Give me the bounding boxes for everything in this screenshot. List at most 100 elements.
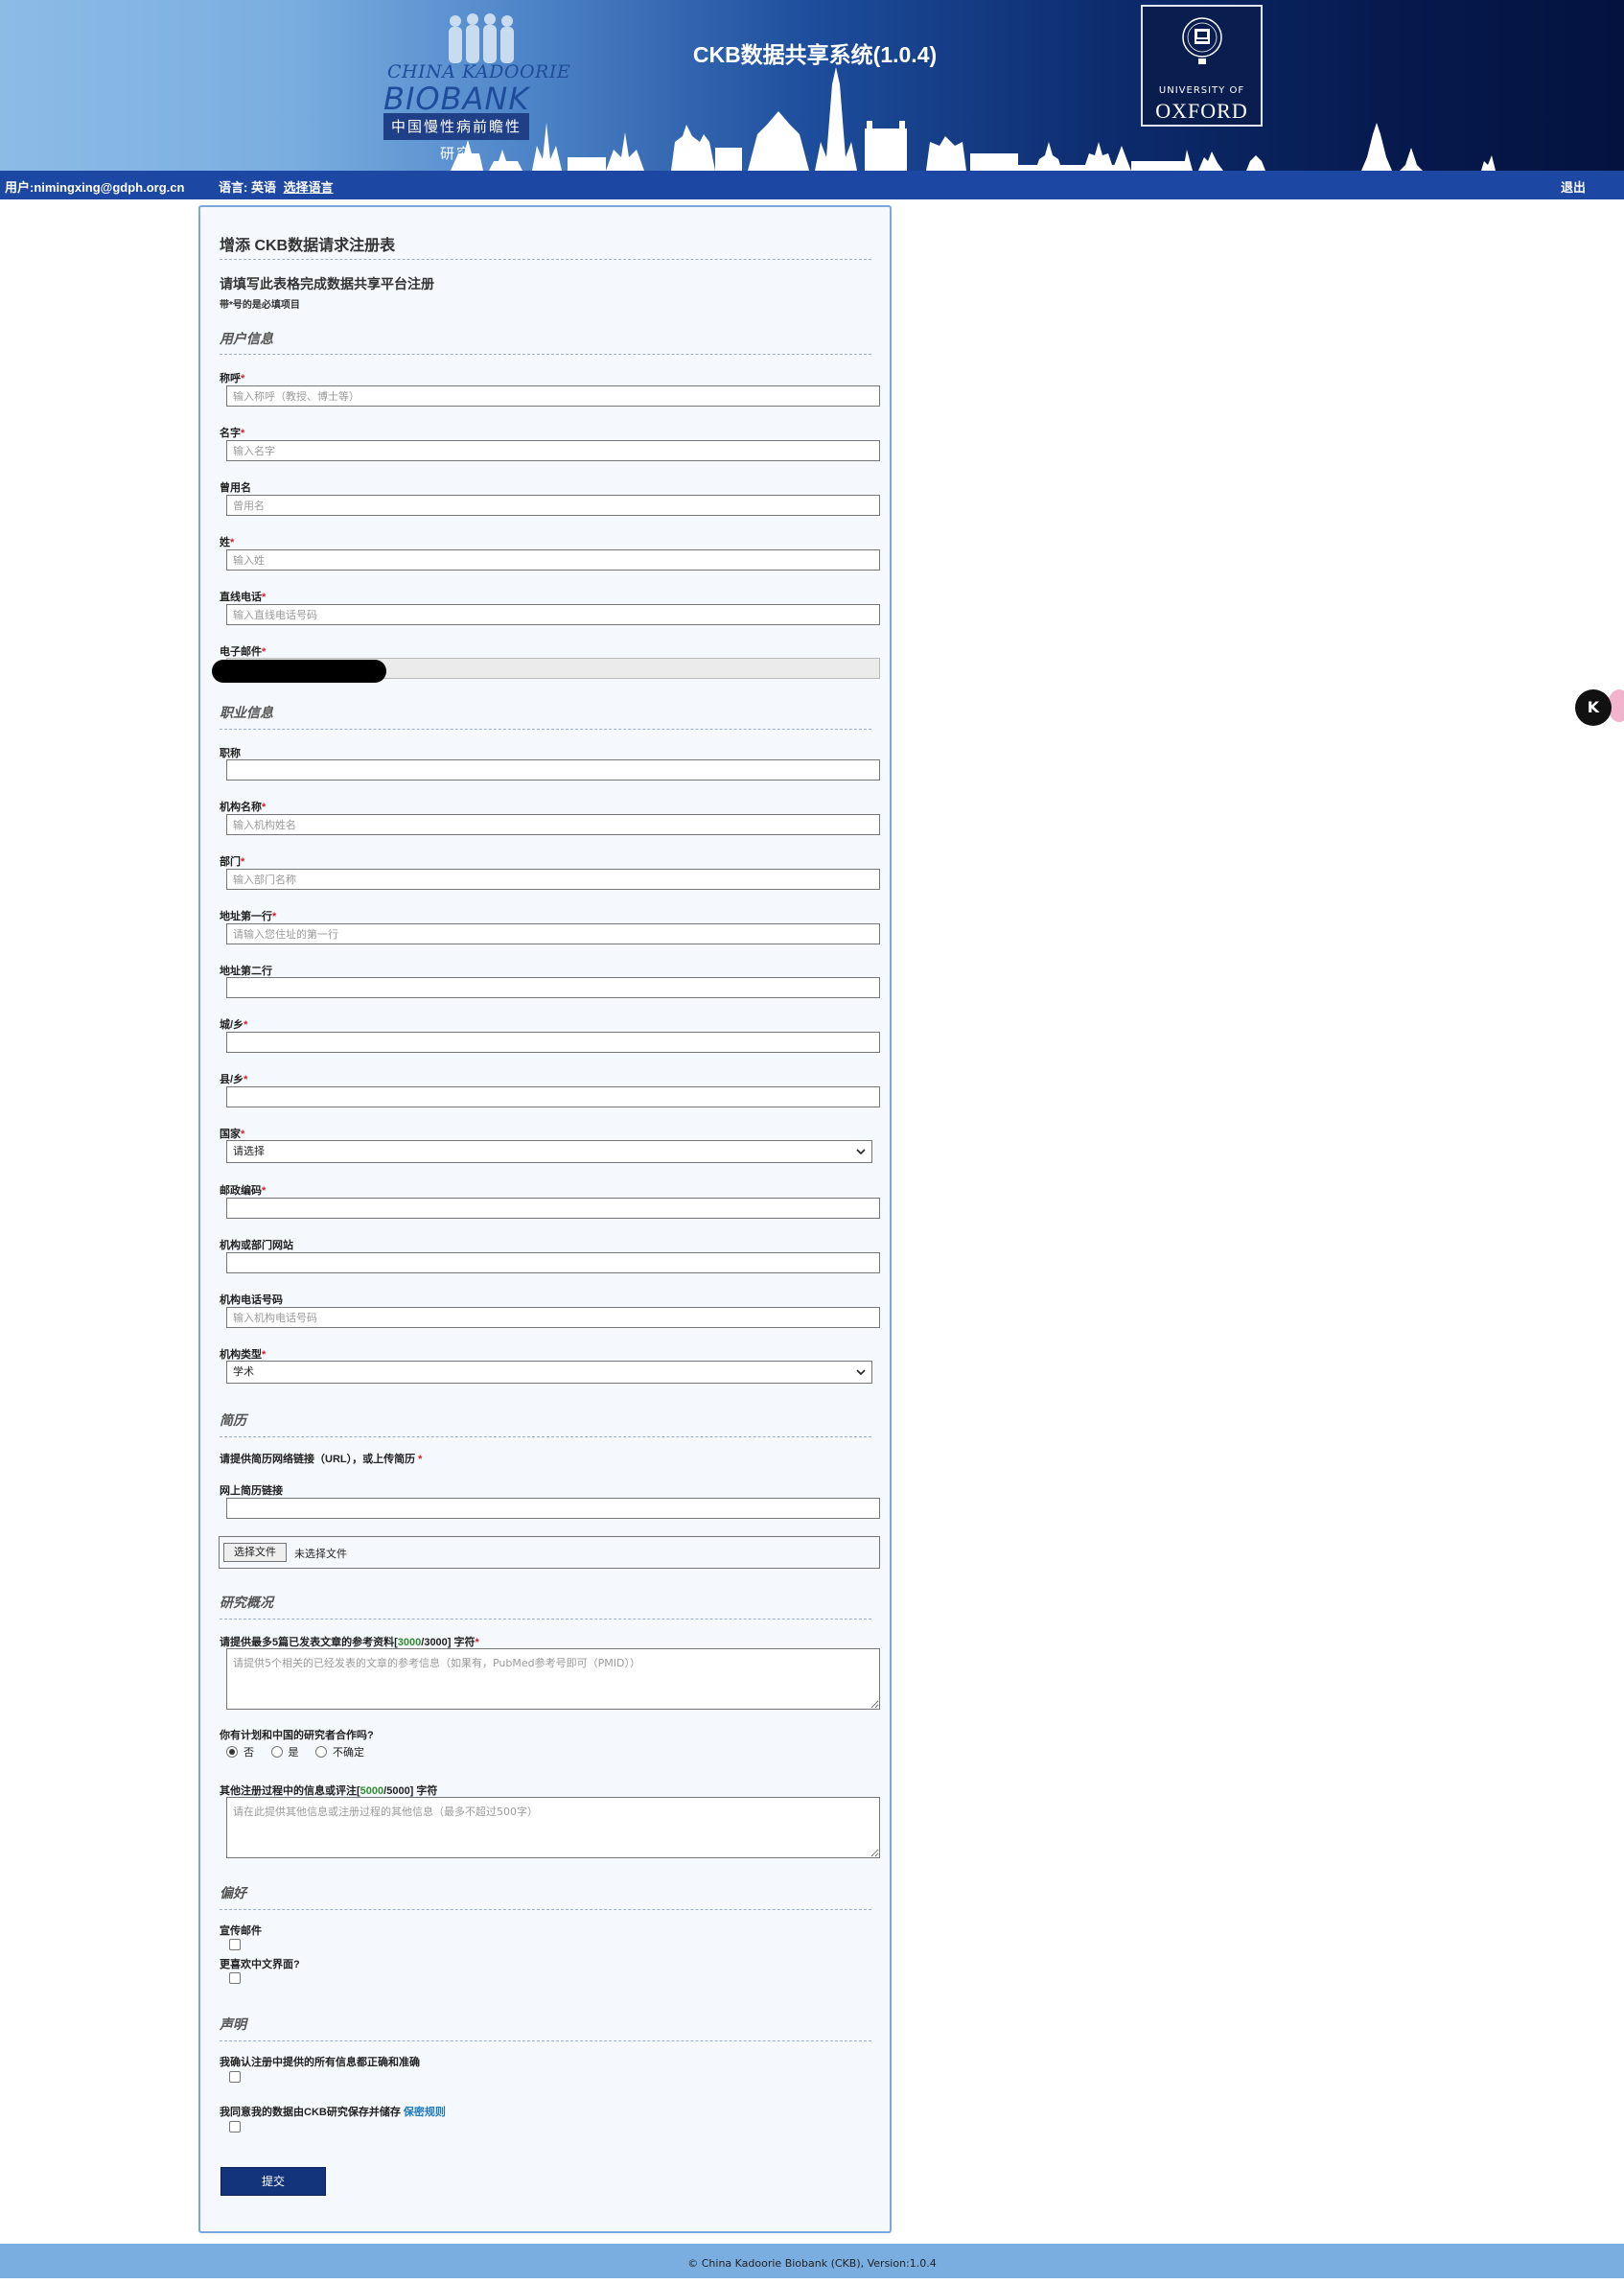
org-website-label: 机构或部门网站 xyxy=(220,1240,293,1251)
form-title: 增添 CKB数据请求注册表 xyxy=(220,238,396,254)
section-user-info: 用户信息 xyxy=(220,331,273,346)
ckb-logo[interactable]: CHINA KADOORIE BIOBANK 中国慢性病前瞻性研究 xyxy=(382,13,570,162)
system-title: CKB数据共享系统(1.0.4) xyxy=(692,42,938,67)
chevron-down-icon xyxy=(856,1149,866,1155)
prefer-chinese-checkbox[interactable] xyxy=(229,1972,241,1984)
collab-unsure-label: 不确定 xyxy=(333,1746,364,1759)
divider xyxy=(220,2040,871,2041)
language-indicator: 语言: 英语 选择语言 xyxy=(219,177,334,196)
user-bar: 用户:nimingxing@gdph.org.cn 语言: 英语 选择语言 退出 xyxy=(0,171,1624,199)
ckb-people-icon xyxy=(449,13,514,63)
file-status: 未选择文件 xyxy=(294,1548,347,1560)
used-name-label: 曾用名 xyxy=(220,482,251,494)
logo-text-line2: BIOBANK xyxy=(383,81,530,117)
collab-unsure-radio[interactable] xyxy=(315,1746,327,1758)
job-title-input[interactable] xyxy=(226,759,880,781)
org-name-input[interactable] xyxy=(226,814,880,835)
first-name-input[interactable] xyxy=(226,440,880,461)
last-name-input[interactable] xyxy=(226,549,880,571)
email-label: 电子邮件* xyxy=(220,646,267,658)
collab-radio-group: 否 是 不确定 xyxy=(226,1744,378,1760)
logo-chinese-text: 中国慢性病前瞻性研究 xyxy=(383,113,529,162)
country-label: 国家* xyxy=(220,1129,245,1140)
assistant-widget-icon[interactable]: K xyxy=(1575,689,1612,726)
address1-input[interactable] xyxy=(226,923,880,944)
org-type-label: 机构类型* xyxy=(220,1349,267,1361)
org-type-select[interactable]: 学术 xyxy=(226,1361,872,1384)
address1-label: 地址第一行* xyxy=(220,911,277,922)
country-selected-value: 请选择 xyxy=(233,1145,265,1157)
current-language: 语言: 英语 xyxy=(219,180,276,195)
address2-label: 地址第二行 xyxy=(220,966,272,977)
city-skyline-graphic xyxy=(451,67,1496,171)
used-name-input[interactable] xyxy=(226,495,880,516)
form-intro: 请填写此表格完成数据共享平台注册 xyxy=(220,276,434,291)
department-input[interactable] xyxy=(226,869,880,890)
cv-link-input[interactable] xyxy=(226,1498,880,1519)
collab-question: 你有计划和中国的研究者合作吗? xyxy=(220,1730,374,1741)
privacy-policy-link[interactable]: 保密规则 xyxy=(404,2107,446,2118)
divider xyxy=(220,259,871,260)
phone-label: 直线电话* xyxy=(220,592,267,603)
collab-yes-radio[interactable] xyxy=(270,1746,283,1758)
section-declaration: 声明 xyxy=(220,2016,246,2032)
current-user: 用户:nimingxing@gdph.org.cn xyxy=(5,180,185,195)
oxford-university-of: UNIVERSITY OF xyxy=(1158,85,1245,96)
salutation-input[interactable] xyxy=(226,385,880,407)
county-input[interactable] xyxy=(226,1086,880,1107)
first-name-label: 名字* xyxy=(220,428,245,439)
consent-store-label: 我同意我的数据由CKB研究保存并储存 保密规则 xyxy=(220,2107,446,2118)
org-name-label: 机构名称* xyxy=(220,802,267,813)
section-preferences: 偏好 xyxy=(220,1885,246,1900)
references-label: 请提供最多5篇已发表文章的参考资料[3000/3000] 字符* xyxy=(220,1637,479,1648)
cv-file-upload: 选择文件 未选择文件 xyxy=(219,1536,880,1569)
department-label: 部门* xyxy=(220,856,245,868)
divider xyxy=(220,1619,871,1620)
chevron-down-icon xyxy=(856,1369,866,1376)
submit-button[interactable]: 提交 xyxy=(220,2167,326,2196)
org-phone-input[interactable] xyxy=(226,1307,880,1328)
org-type-selected-value: 学术 xyxy=(233,1365,254,1378)
section-cv: 简历 xyxy=(220,1412,246,1428)
redaction-mark xyxy=(212,660,386,683)
registration-form: 增添 CKB数据请求注册表 请填写此表格完成数据共享平台注册 带*号的是必填项目… xyxy=(198,205,892,2233)
county-label: 县/乡* xyxy=(220,1074,248,1085)
promo-email-checkbox[interactable] xyxy=(229,1939,241,1950)
job-title-label: 职称 xyxy=(220,748,241,759)
divider xyxy=(220,729,871,730)
org-phone-label: 机构电话号码 xyxy=(220,1294,283,1306)
confirm-accurate-checkbox[interactable] xyxy=(229,2071,241,2083)
postcode-input[interactable] xyxy=(226,1198,880,1219)
cv-prompt: 请提供简历网络链接（URL），或上传简历 * xyxy=(220,1454,423,1465)
divider xyxy=(220,1436,871,1437)
section-career-info: 职业信息 xyxy=(220,705,273,720)
other-info-label: 其他注册过程中的信息或评注[5000/5000] 字符 xyxy=(220,1785,438,1797)
choose-language-link[interactable]: 选择语言 xyxy=(284,180,334,195)
address2-input[interactable] xyxy=(226,977,880,998)
prefer-chinese-label: 更喜欢中文界面? xyxy=(220,1959,300,1970)
divider xyxy=(220,1909,871,1910)
oxford-logo[interactable]: UNIVERSITY OF OXFORD xyxy=(1141,5,1263,127)
collab-no-radio[interactable] xyxy=(226,1746,238,1758)
country-select[interactable]: 请选择 xyxy=(226,1140,872,1163)
logo-text-line1: CHINA KADOORIE xyxy=(387,61,571,82)
oxford-crest-icon xyxy=(1182,17,1222,64)
header-banner: CHINA KADOORIE BIOBANK 中国慢性病前瞻性研究 CKB数据共… xyxy=(0,0,1624,171)
required-note: 带*号的是必填项目 xyxy=(220,300,300,311)
footer: © China Kadoorie Biobank (CKB), Version:… xyxy=(0,2244,1624,2278)
consent-store-checkbox[interactable] xyxy=(229,2121,241,2133)
choose-file-button[interactable]: 选择文件 xyxy=(223,1543,287,1562)
last-name-label: 姓* xyxy=(220,537,235,548)
phone-input[interactable] xyxy=(226,604,880,625)
org-website-input[interactable] xyxy=(226,1252,880,1273)
collab-yes-label: 是 xyxy=(288,1746,299,1759)
references-textarea[interactable] xyxy=(226,1648,880,1710)
collab-no-label: 否 xyxy=(244,1746,254,1759)
logout-link[interactable]: 退出 xyxy=(1561,177,1586,196)
section-research: 研究概况 xyxy=(220,1595,273,1610)
city-label: 城/乡* xyxy=(220,1019,248,1031)
city-input[interactable] xyxy=(226,1032,880,1053)
confirm-accurate-label: 我确认注册中提供的所有信息都正确和准确 xyxy=(220,2057,420,2068)
promo-email-label: 宣传邮件 xyxy=(220,1925,262,1937)
other-info-textarea[interactable] xyxy=(226,1797,880,1858)
